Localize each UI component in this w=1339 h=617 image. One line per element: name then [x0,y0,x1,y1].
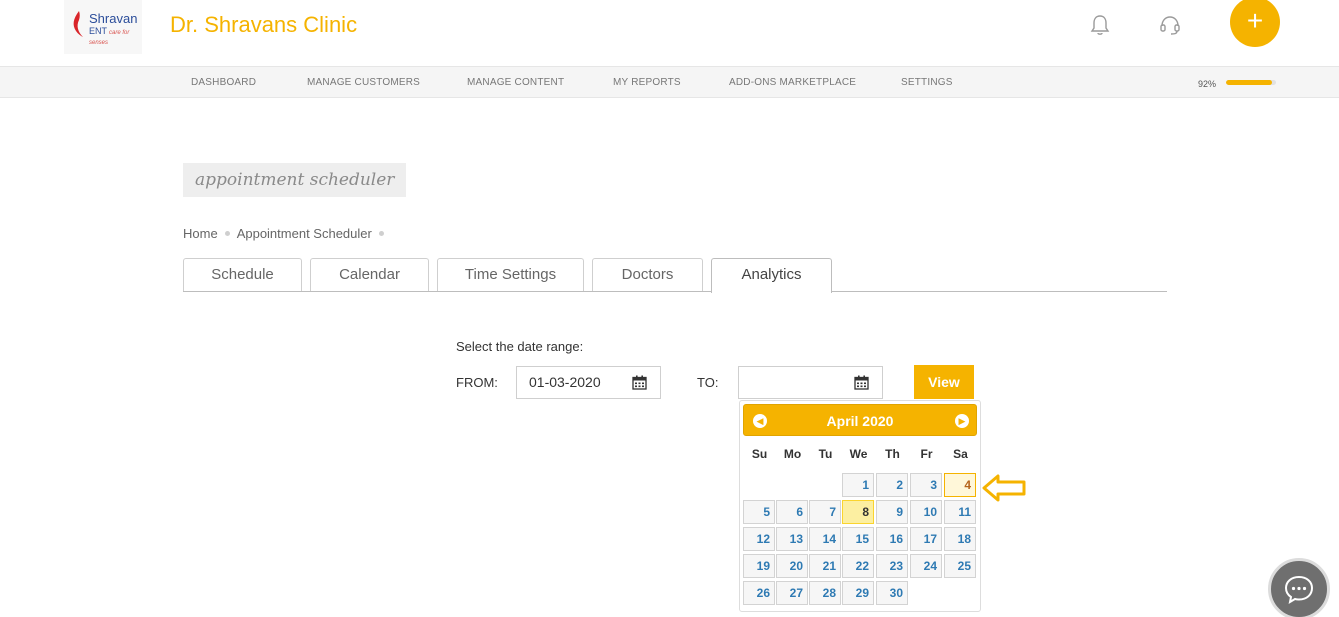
nav-manage-customers[interactable]: MANAGE CUSTOMERS [307,77,420,88]
weekday-su: Su [751,447,768,461]
calendar-day-14[interactable]: 14 [809,527,841,551]
datepicker-popup: ◀ April 2020 ▶ Su Mo Tu We Th Fr Sa 1 2 3 4 5 6 7 8 9 10… [739,400,981,612]
calendar-day-2[interactable]: 2 [876,473,908,497]
headset-icon[interactable] [1158,13,1182,37]
main-nav: DASHBOARD MANAGE CUSTOMERS MANAGE CONTEN… [0,66,1339,98]
nav-manage-content[interactable]: MANAGE CONTENT [467,77,564,88]
breadcrumb-home[interactable]: Home [183,226,218,241]
calendar-day-6[interactable]: 6 [776,500,808,524]
calendar-day-26[interactable]: 26 [743,581,775,605]
from-label: FROM: [456,375,498,390]
calendar-day-25[interactable]: 25 [944,554,976,578]
bell-icon[interactable] [1090,14,1110,36]
breadcrumb: Home Appointment Scheduler [183,226,391,241]
tab-schedule[interactable]: Schedule [183,258,302,292]
calendar-day-1[interactable]: 1 [842,473,874,497]
calendar-day-11[interactable]: 11 [944,500,976,524]
chat-button[interactable] [1268,558,1330,617]
tabs-divider [183,291,1167,292]
clinic-title: Dr. Shravans Clinic [170,12,358,37]
calendar-day-21[interactable]: 21 [809,554,841,578]
logo-text: Shravan [89,11,138,26]
calendar-icon[interactable] [854,375,869,390]
calendar-day-23[interactable]: 23 [876,554,908,578]
nav-settings[interactable]: SETTINGS [901,77,953,88]
next-month-icon[interactable]: ▶ [955,414,969,428]
calendar-day-8[interactable]: 8 [842,500,874,524]
profile-progress-bar [1226,80,1276,85]
weekday-mo: Mo [783,447,802,461]
calendar-day-12[interactable]: 12 [743,527,775,551]
calendar-day-30[interactable]: 30 [876,581,908,605]
calendar-day-4[interactable]: 4 [944,473,976,497]
logo-subtext: ENT care for senses [89,26,142,46]
calendar-day-28[interactable]: 28 [809,581,841,605]
tab-doctors[interactable]: Doctors [592,258,703,292]
calendar-day-19[interactable]: 19 [743,554,775,578]
calendar-day-17[interactable]: 17 [910,527,942,551]
tab-time-settings[interactable]: Time Settings [437,258,584,292]
tab-analytics[interactable]: Analytics [711,258,832,293]
breadcrumb-appointment-scheduler[interactable]: Appointment Scheduler [237,226,372,241]
flame-logo-icon [73,11,83,37]
profile-progress-text: 92% [1198,79,1217,89]
calendar-day-20[interactable]: 20 [776,554,808,578]
clinic-logo[interactable]: Shravan ENT care for senses [64,0,142,54]
datepicker-header: ◀ April 2020 ▶ [743,404,977,436]
calendar-day-29[interactable]: 29 [842,581,874,605]
logo-sub: ENT [89,26,107,36]
to-date-input[interactable] [738,366,883,399]
page-title: appointment scheduler [183,163,407,197]
from-date-input[interactable]: 01-03-2020 [516,366,661,399]
datepicker-month-title: April 2020 [826,413,894,429]
date-range-label: Select the date range: [456,339,584,354]
calendar-day-5[interactable]: 5 [743,500,775,524]
calendar-day-27[interactable]: 27 [776,581,808,605]
weekday-tu: Tu [818,447,833,461]
from-date-value: 01-03-2020 [529,374,601,390]
arrow-left-icon [982,474,1026,502]
view-button[interactable]: View [914,365,974,399]
calendar-day-3[interactable]: 3 [910,473,942,497]
calendar-day-15[interactable]: 15 [842,527,874,551]
to-label: TO: [697,375,719,390]
calendar-day-13[interactable]: 13 [776,527,808,551]
nav-my-reports[interactable]: MY REPORTS [613,77,681,88]
nav-addons-marketplace[interactable]: ADD-ONS MARKETPLACE [729,77,856,88]
tab-calendar[interactable]: Calendar [310,258,429,292]
breadcrumb-separator [224,231,230,236]
app-header: Shravan ENT care for senses Dr. Shravans … [0,0,1339,66]
calendar-day-22[interactable]: 22 [842,554,874,578]
weekday-sa: Sa [953,447,968,461]
weekday-we: We [849,447,868,461]
calendar-day-7[interactable]: 7 [809,500,841,524]
breadcrumb-separator [378,231,384,236]
nav-dashboard[interactable]: DASHBOARD [191,77,256,88]
calendar-day-24[interactable]: 24 [910,554,942,578]
weekday-th: Th [885,447,900,461]
calendar-icon[interactable] [632,375,647,390]
calendar-day-18[interactable]: 18 [944,527,976,551]
chat-bubble-icon [1284,575,1314,605]
calendar-day-16[interactable]: 16 [876,527,908,551]
profile-progress-fill [1226,80,1272,85]
calendar-day-10[interactable]: 10 [910,500,942,524]
weekday-fr: Fr [920,447,933,461]
calendar-day-9[interactable]: 9 [876,500,908,524]
add-button[interactable]: + [1230,0,1280,47]
